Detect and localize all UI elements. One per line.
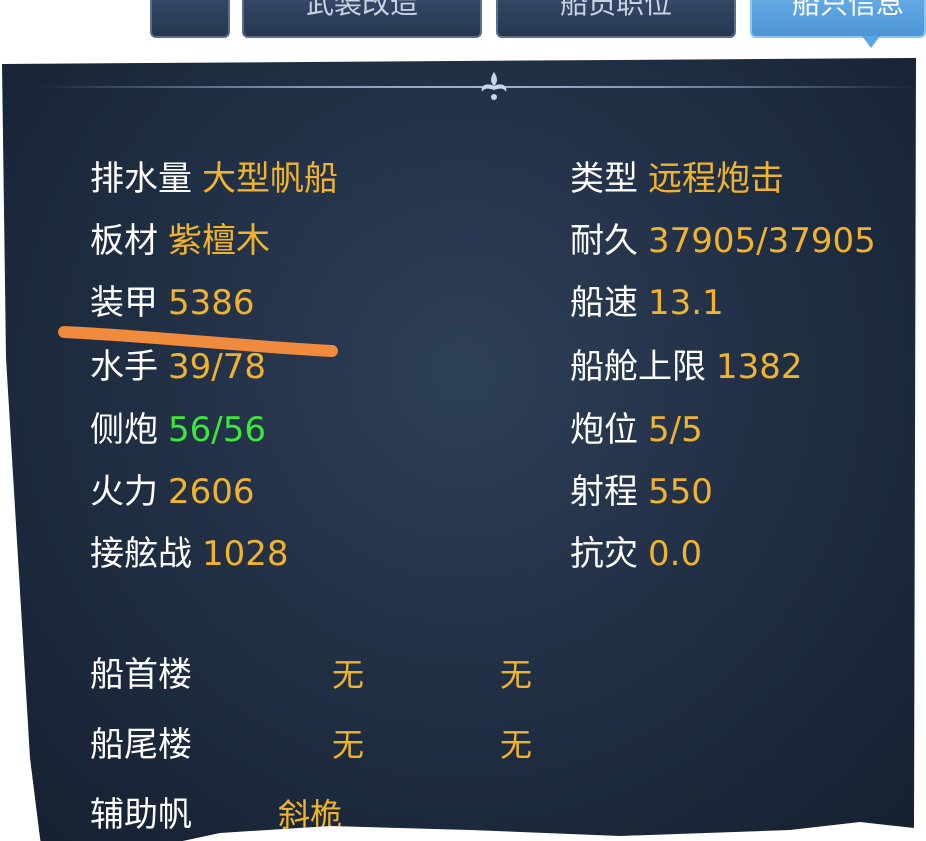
stat-disaster-resist: 抗灾 0.0 <box>570 534 702 574</box>
stat-value: 37905/37905 <box>648 221 876 261</box>
stat-value: 550 <box>648 472 713 512</box>
stat-cargo-limit: 船舱上限 1382 <box>570 347 803 387</box>
stat-label: 接舷战 <box>90 534 192 574</box>
ship-info-panel: 排水量 大型帆船 板材 紫檀木 装甲 5386 水手 39/78 侧炮 56/56 火力 2… <box>2 58 916 841</box>
stat-value: 紫檀木 <box>168 221 270 261</box>
tab-weapon-upgrade[interactable]: 武装改造 <box>242 0 482 38</box>
fleur-ornament-icon <box>474 68 514 102</box>
stat-label: 侧炮 <box>90 410 158 450</box>
stat-durability: 耐久 37905/37905 <box>570 221 876 261</box>
stat-value: 56/56 <box>168 410 266 450</box>
equip-poop-deck-label: 船尾楼 <box>90 725 192 765</box>
equip-poop-deck-slot1[interactable]: 无 <box>332 725 364 765</box>
equip-forecastle-slot1[interactable]: 无 <box>332 655 364 695</box>
stat-sailors: 水手 39/78 <box>90 347 266 387</box>
stat-label: 火力 <box>90 472 158 512</box>
stat-value: 1028 <box>202 534 289 574</box>
stat-label: 板材 <box>90 221 158 261</box>
stat-displacement: 排水量 大型帆船 <box>90 159 338 199</box>
stat-value: 0.0 <box>648 534 703 574</box>
stat-label: 耐久 <box>570 221 638 261</box>
stat-label: 射程 <box>570 472 638 512</box>
stat-type: 类型 远程炮击 <box>570 159 784 199</box>
equip-aux-sail-label: 辅助帆 <box>90 795 192 835</box>
stat-value: 39/78 <box>168 347 266 387</box>
tab-weapon-upgrade-label: 武装改造 <box>305 0 418 20</box>
stat-label: 船速 <box>570 283 638 323</box>
stat-label: 炮位 <box>570 410 638 450</box>
stat-value: 5/5 <box>648 410 703 450</box>
tab-crew-positions[interactable]: 船员职位 <box>496 0 736 38</box>
equip-forecastle-slot2[interactable]: 无 <box>500 655 532 695</box>
stat-gun-slots: 炮位 5/5 <box>570 410 703 450</box>
stat-label: 装甲 <box>90 283 158 323</box>
stat-value: 远程炮击 <box>648 159 784 199</box>
stat-value: 1382 <box>716 347 803 387</box>
stat-armor: 装甲 5386 <box>90 283 255 323</box>
tab-first[interactable] <box>150 0 230 38</box>
equip-aux-sail-slot1[interactable]: 斜桅 <box>278 795 342 835</box>
active-tab-pointer <box>862 36 880 48</box>
stat-broadside-guns: 侧炮 56/56 <box>90 410 266 450</box>
stat-label: 水手 <box>90 347 158 387</box>
stat-label: 抗灾 <box>570 534 638 574</box>
stat-value: 大型帆船 <box>202 159 338 199</box>
tab-ship-info[interactable]: 船只信息 <box>750 0 926 38</box>
tab-ship-info-label: 船只信息 <box>792 0 905 20</box>
stat-planking: 板材 紫檀木 <box>90 221 270 261</box>
tab-bar: 武装改造 船员职位 船只信息 <box>0 0 926 50</box>
stat-firepower: 火力 2606 <box>90 472 255 512</box>
stat-label: 排水量 <box>90 159 192 199</box>
stat-label: 类型 <box>570 159 638 199</box>
equip-poop-deck-slot2[interactable]: 无 <box>500 725 532 765</box>
stat-range: 射程 550 <box>570 472 713 512</box>
stat-boarding: 接舷战 1028 <box>90 534 289 574</box>
stat-ship-speed: 船速 13.1 <box>570 283 724 323</box>
equip-forecastle-label: 船首楼 <box>90 655 192 695</box>
stat-label: 船舱上限 <box>570 347 706 387</box>
stat-value: 2606 <box>168 472 255 512</box>
tab-crew-positions-label: 船员职位 <box>559 0 672 20</box>
stat-value: 5386 <box>168 283 255 323</box>
stat-value: 13.1 <box>648 283 724 323</box>
